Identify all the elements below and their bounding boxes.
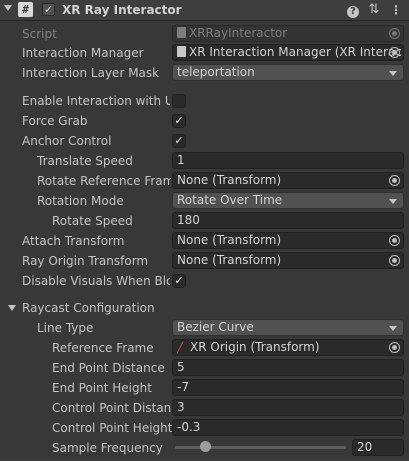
component-title: XR Ray Interactor bbox=[62, 3, 182, 17]
sample-frequency-slider-thumb[interactable] bbox=[200, 441, 212, 452]
presets-icon[interactable]: ⇅ bbox=[367, 3, 381, 17]
ray-origin-transform-field[interactable]: None (Transform) bbox=[172, 252, 404, 269]
rotate-speed-input[interactable]: 180 bbox=[172, 212, 404, 229]
object-picker-icon[interactable] bbox=[389, 255, 400, 266]
enable-ui-interaction-checkbox[interactable] bbox=[172, 94, 186, 108]
disable-visuals-checkbox[interactable]: ✓ bbox=[172, 274, 186, 288]
anchor-control-label: Anchor Control bbox=[22, 134, 112, 148]
fold-arrow-icon[interactable] bbox=[4, 5, 12, 11]
component-enabled-checkbox[interactable]: ✓ bbox=[42, 3, 55, 16]
section-fold-icon[interactable] bbox=[8, 305, 16, 311]
control-point-height-input[interactable]: -0.3 bbox=[172, 419, 404, 436]
interaction-layer-mask-label: Interaction Layer Mask bbox=[22, 66, 160, 80]
interaction-manager-field[interactable]: XR Interaction Manager (XR Interac bbox=[172, 44, 404, 61]
help-icon[interactable]: ? bbox=[346, 3, 360, 18]
end-point-distance-input[interactable]: 5 bbox=[172, 359, 404, 376]
sample-frequency-input[interactable]: 20 bbox=[352, 439, 404, 456]
line-type-dropdown[interactable]: Bezier Curve bbox=[172, 319, 404, 336]
enable-ui-interaction-label: Enable Interaction with UI G bbox=[22, 94, 170, 108]
rotation-mode-dropdown[interactable]: Rotate Over Time bbox=[172, 192, 404, 209]
object-picker-icon[interactable] bbox=[389, 235, 400, 246]
transform-axis-icon: ╱ bbox=[177, 343, 184, 354]
end-point-distance-label: End Point Distance bbox=[52, 361, 165, 375]
sample-frequency-label: Sample Frequency bbox=[52, 441, 163, 455]
object-picker-icon[interactable] bbox=[389, 175, 400, 186]
chevron-down-icon bbox=[389, 71, 397, 76]
ray-origin-transform-label: Ray Origin Transform bbox=[22, 254, 149, 268]
rotation-mode-label: Rotation Mode bbox=[37, 194, 124, 208]
component-header: # ✓ XR Ray Interactor ? ⇅ ⋮ bbox=[0, 0, 409, 21]
line-type-label: Line Type bbox=[37, 321, 94, 335]
script-icon: # bbox=[18, 2, 33, 17]
anchor-control-checkbox[interactable]: ✓ bbox=[172, 134, 186, 148]
reference-frame-label: Reference Frame bbox=[52, 341, 154, 355]
attach-transform-field[interactable]: None (Transform) bbox=[172, 232, 404, 249]
object-picker-icon[interactable] bbox=[389, 47, 400, 58]
translate-speed-label: Translate Speed bbox=[37, 154, 133, 168]
control-point-distance-label: Control Point Distanc bbox=[52, 401, 171, 415]
interaction-layer-mask-dropdown[interactable]: teleportation bbox=[172, 64, 404, 81]
attach-transform-label: Attach Transform bbox=[22, 234, 125, 248]
component-icon bbox=[177, 46, 186, 57]
end-point-height-input[interactable]: -7 bbox=[172, 379, 404, 396]
rotate-reference-frame-field[interactable]: None (Transform) bbox=[172, 172, 404, 189]
end-point-height-label: End Point Height bbox=[52, 381, 152, 395]
chevron-down-icon bbox=[389, 326, 397, 331]
object-picker-icon[interactable] bbox=[389, 342, 400, 353]
raycast-configuration-header[interactable]: Raycast Configuration bbox=[22, 300, 155, 316]
reference-frame-field[interactable]: ╱ XR Origin (Transform) bbox=[172, 339, 404, 356]
translate-speed-input[interactable]: 1 bbox=[172, 152, 404, 169]
chevron-down-icon bbox=[389, 199, 397, 204]
script-file-icon bbox=[177, 27, 186, 38]
rotate-reference-frame-label: Rotate Reference Frame bbox=[37, 174, 171, 188]
interaction-manager-label: Interaction Manager bbox=[22, 46, 144, 60]
disable-visuals-label: Disable Visuals When Bloc bbox=[22, 274, 170, 288]
force-grab-checkbox[interactable]: ✓ bbox=[172, 114, 186, 128]
control-point-height-label: Control Point Height bbox=[52, 421, 173, 435]
context-menu-icon[interactable]: ⋮ bbox=[389, 3, 403, 17]
script-field: XRRayInteractor bbox=[172, 25, 404, 42]
control-point-distance-input[interactable]: 3 bbox=[172, 399, 404, 416]
rotate-speed-label: Rotate Speed bbox=[52, 214, 133, 228]
force-grab-label: Force Grab bbox=[22, 114, 88, 128]
script-label: Script bbox=[22, 27, 57, 41]
object-picker-icon bbox=[389, 28, 400, 39]
